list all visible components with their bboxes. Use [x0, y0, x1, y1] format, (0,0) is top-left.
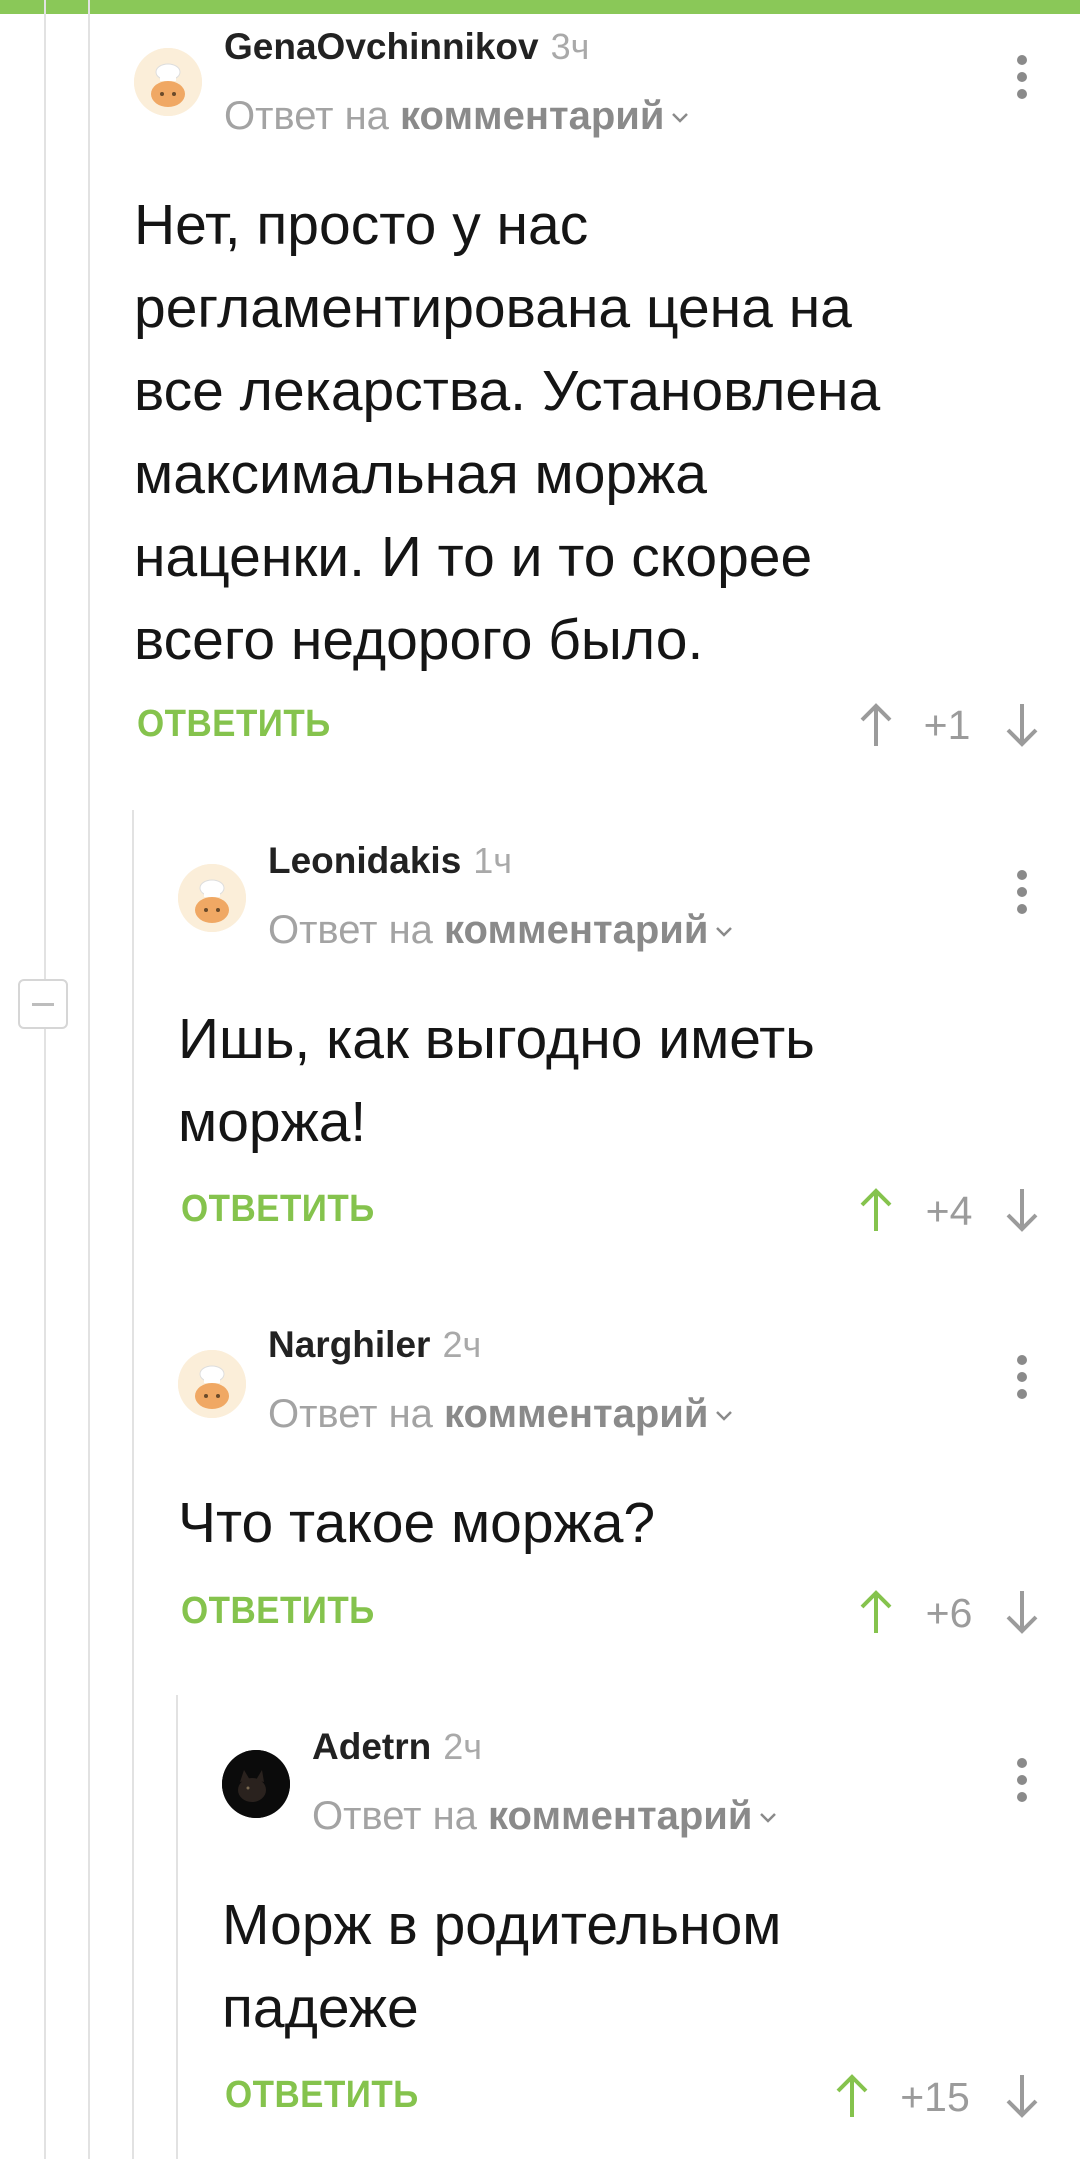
chevron-down-icon: [760, 1813, 777, 1824]
comment-text: Нет, просто у нас регламентирована цена …: [134, 193, 881, 672]
chef-cat-avatar[interactable]: [178, 864, 246, 932]
reply-button[interactable]: ОТВЕТИТЬ: [137, 703, 331, 746]
thread-line: [132, 810, 134, 2159]
reply-to-link[interactable]: Ответ на комментарий: [224, 94, 690, 139]
chef-cat-avatar[interactable]: [134, 48, 202, 116]
thread-line: [88, 0, 90, 2159]
comment-text: Морж в родительном падеже: [222, 1893, 782, 2040]
comment-rating: +4: [925, 1188, 973, 1234]
top-status-bar: [0, 0, 1080, 14]
comment-author[interactable]: GenaOvchinnikov 3ч: [224, 26, 589, 68]
reply-button[interactable]: ОТВЕТИТЬ: [225, 2074, 419, 2117]
thread-line: [44, 0, 46, 2159]
collapse-thread-button[interactable]: [18, 979, 68, 1029]
reply-to-link[interactable]: Ответ на комментарий: [312, 1794, 778, 1839]
comment-time: 3ч: [550, 26, 590, 67]
comment-author[interactable]: Narghiler 2ч: [268, 1324, 481, 1366]
chevron-down-icon: [672, 113, 689, 124]
arrow-down-icon[interactable]: [1000, 700, 1044, 750]
dark-cat-avatar[interactable]: [222, 1750, 290, 1818]
comment-time: 2ч: [442, 1324, 482, 1365]
comment-rating: +6: [925, 1590, 973, 1636]
chevron-down-icon: [716, 1411, 733, 1422]
arrow-up-icon[interactable]: [830, 2071, 874, 2121]
thread-line: [176, 1695, 178, 2159]
arrow-up-icon[interactable]: [854, 1587, 898, 1637]
more-options-icon[interactable]: [1002, 862, 1042, 922]
reply-button[interactable]: ОТВЕТИТЬ: [181, 1188, 375, 1231]
comment-author[interactable]: Adetrn 2ч: [312, 1726, 482, 1768]
arrow-down-icon[interactable]: [1000, 1587, 1044, 1637]
more-options-icon[interactable]: [1002, 1750, 1042, 1810]
comment-text: Ишь, как выгодно иметь моржа!: [178, 1007, 815, 1154]
comment-author[interactable]: Leonidakis 1ч: [268, 840, 512, 882]
comment-rating: +15: [900, 2074, 970, 2120]
comment-time: 1ч: [473, 840, 513, 881]
more-options-icon[interactable]: [1002, 47, 1042, 107]
chef-cat-avatar[interactable]: [178, 1350, 246, 1418]
arrow-down-icon[interactable]: [1000, 2071, 1044, 2121]
arrow-up-icon[interactable]: [854, 700, 898, 750]
arrow-up-icon[interactable]: [854, 1185, 898, 1235]
comment-text: Что такое моржа?: [178, 1491, 656, 1555]
arrow-down-icon[interactable]: [1000, 1185, 1044, 1235]
reply-button[interactable]: ОТВЕТИТЬ: [181, 1590, 375, 1633]
chevron-down-icon: [716, 927, 733, 938]
comment-time: 2ч: [443, 1726, 483, 1767]
comment-rating: +1: [923, 702, 971, 748]
reply-to-link[interactable]: Ответ на комментарий: [268, 908, 734, 953]
more-options-icon[interactable]: [1002, 1347, 1042, 1407]
reply-to-link[interactable]: Ответ на комментарий: [268, 1392, 734, 1437]
